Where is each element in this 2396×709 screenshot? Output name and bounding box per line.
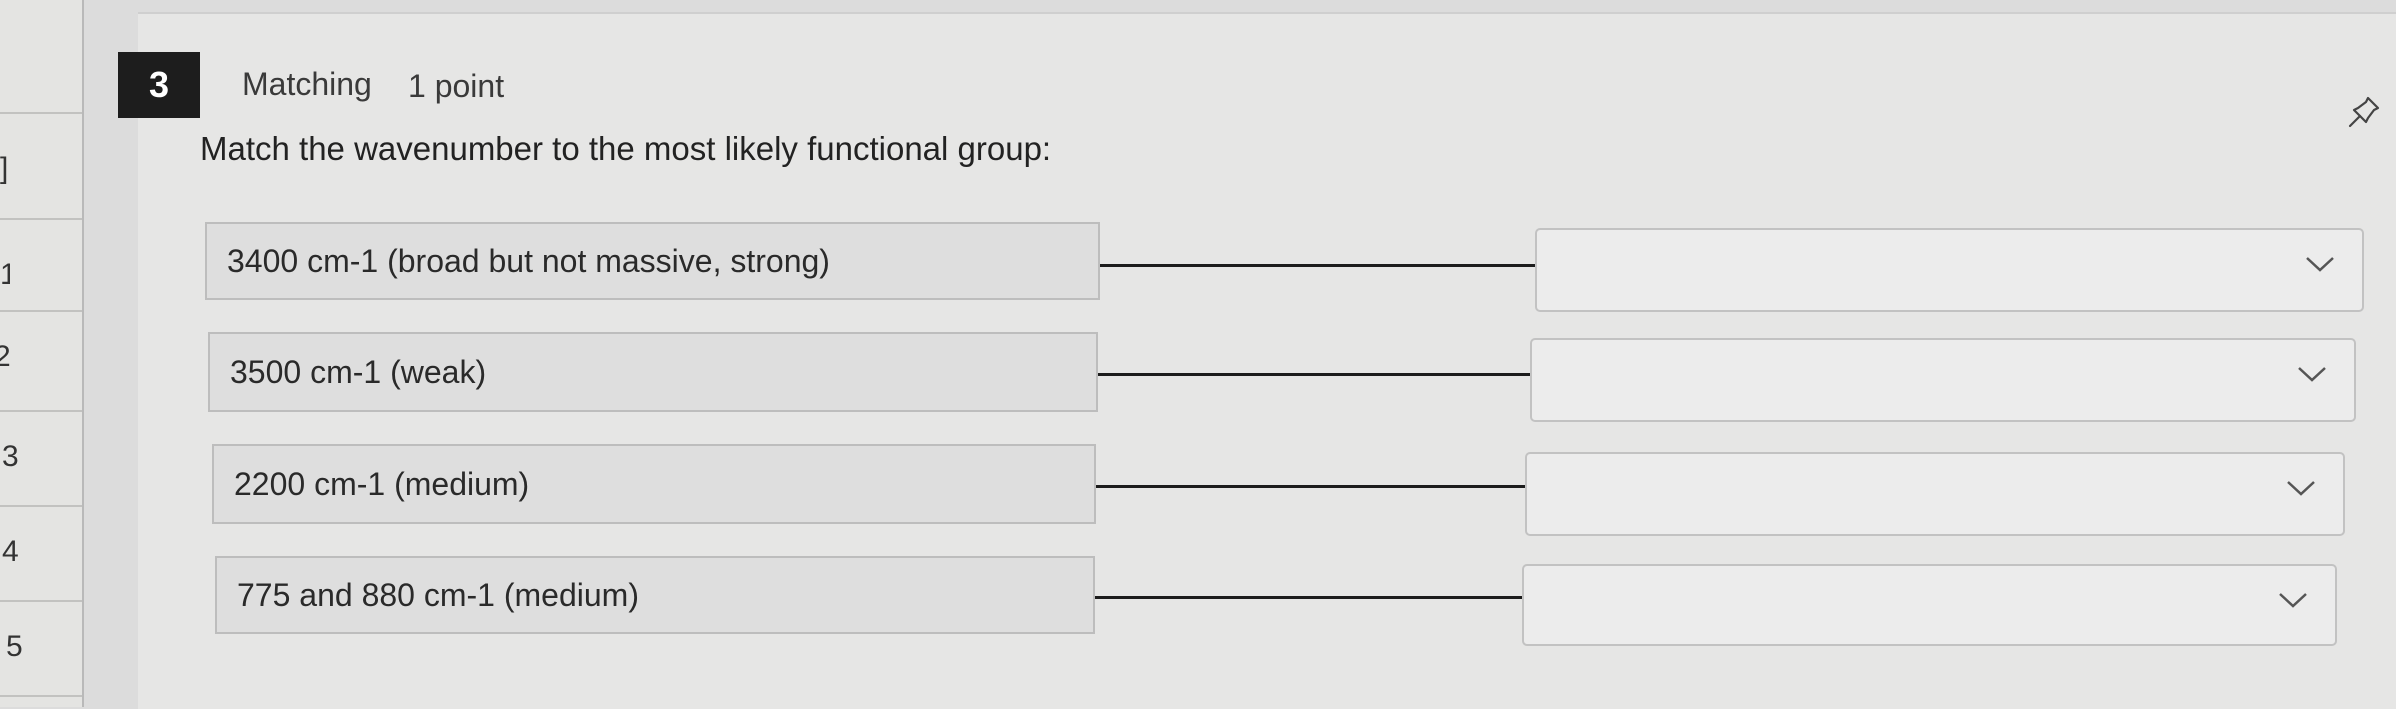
nav-item-5[interactable]: 5 <box>6 630 23 664</box>
chevron-down-icon[interactable] <box>2285 478 2317 498</box>
nav-item-partial[interactable]: 1 <box>0 258 10 292</box>
match-connector-line <box>1096 485 1526 488</box>
nav-divider <box>0 218 82 220</box>
nav-divider <box>0 410 82 412</box>
nav-item-4[interactable]: 4 <box>2 535 19 569</box>
match-answer-select[interactable] <box>1525 452 2345 536</box>
match-premise: 3500 cm-1 (weak) <box>208 332 1098 412</box>
question-prompt: Match the wavenumber to the most likely … <box>200 130 1052 167</box>
nav-divider <box>0 310 82 312</box>
match-premise: 2200 cm-1 (medium) <box>212 444 1096 524</box>
nav-divider <box>0 112 82 114</box>
nav-item-2[interactable]: 2 <box>0 340 11 374</box>
match-answer-select[interactable] <box>1522 564 2337 646</box>
nav-item-3[interactable]: 3 <box>2 440 19 474</box>
match-premise: 775 and 880 cm-1 (medium) <box>215 556 1095 634</box>
match-answer-select[interactable] <box>1530 338 2356 422</box>
chevron-down-icon[interactable] <box>2277 590 2309 610</box>
match-premise: 3400 cm-1 (broad but not massive, strong… <box>205 222 1100 300</box>
question-type: Matching <box>242 66 372 102</box>
nav-divider <box>0 505 82 507</box>
question-number-badge: 3 <box>118 52 200 118</box>
chevron-down-icon[interactable] <box>2304 254 2336 274</box>
question-points: 1 point <box>408 68 505 104</box>
match-connector-line <box>1095 596 1523 599</box>
chevron-down-icon[interactable] <box>2296 364 2328 384</box>
nav-divider <box>0 600 82 602</box>
match-answer-select[interactable] <box>1535 228 2364 312</box>
match-connector-line <box>1100 264 1535 267</box>
match-connector-line <box>1098 373 1530 376</box>
question-navigator: ] 1 2 3 4 5 <box>0 0 84 707</box>
pin-icon[interactable] <box>2344 92 2384 132</box>
nav-divider <box>0 695 82 697</box>
nav-item-partial[interactable]: ] <box>0 152 10 186</box>
